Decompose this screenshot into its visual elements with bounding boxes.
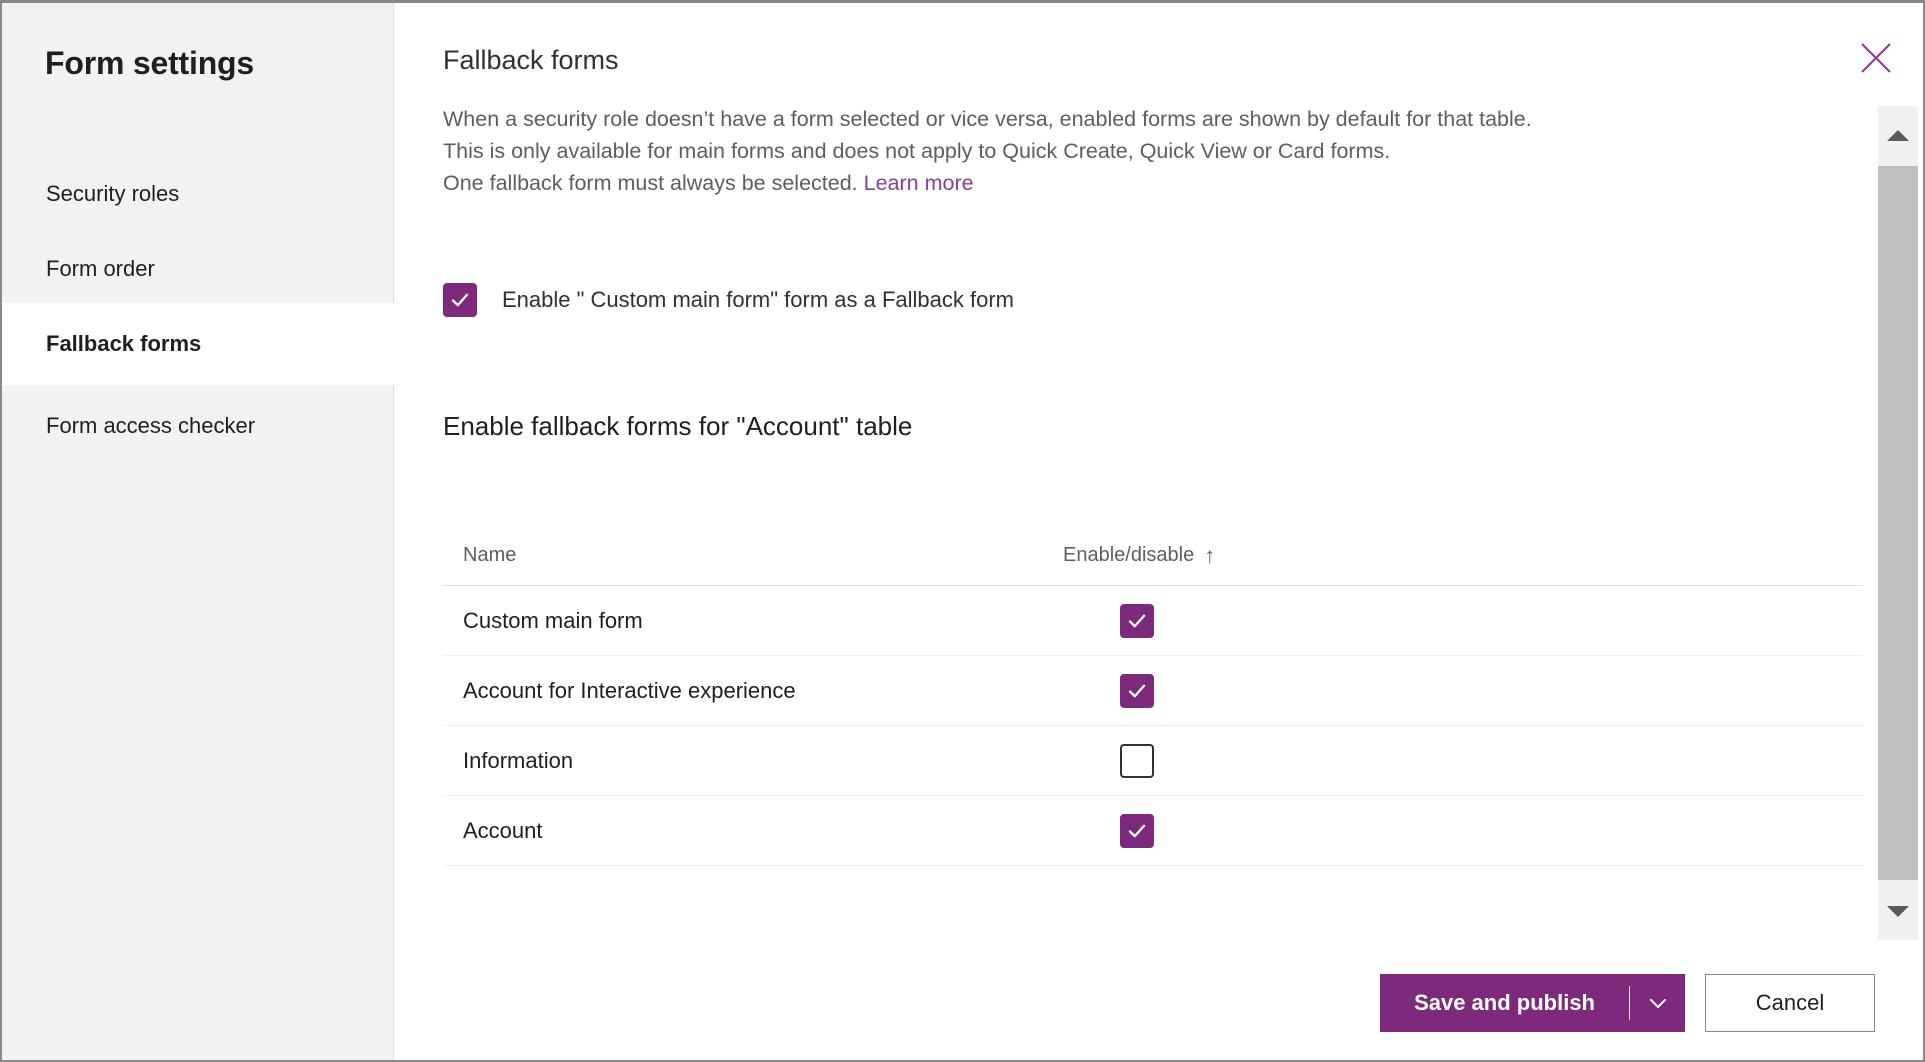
- row-enable-checkbox[interactable]: [1120, 744, 1154, 778]
- master-enable-row: Enable " Custom main form" form as a Fal…: [443, 283, 1014, 317]
- checkmark-icon: [1126, 820, 1148, 842]
- sidebar-item-security-roles[interactable]: Security roles: [2, 153, 394, 235]
- scroll-up-button[interactable]: [1878, 106, 1918, 164]
- vertical-scrollbar[interactable]: [1878, 106, 1918, 940]
- sidebar-item-form-access-checker[interactable]: Form access checker: [2, 385, 394, 467]
- chevron-down-icon: [1646, 991, 1670, 1015]
- save-and-publish-split-button[interactable]: Save and publish: [1380, 974, 1685, 1032]
- sort-ascending-icon: ↑: [1204, 545, 1215, 567]
- sidebar-item-label: Security roles: [46, 181, 179, 207]
- sidebar-item-form-order[interactable]: Form order: [2, 228, 394, 310]
- sidebar-title: Form settings: [45, 45, 254, 82]
- column-header-name[interactable]: Name: [443, 544, 1063, 567]
- close-icon: [1859, 41, 1893, 75]
- row-enable-cell: [1063, 604, 1463, 638]
- row-name: Custom main form: [443, 608, 1063, 634]
- scrollbar-thumb[interactable]: [1878, 166, 1918, 880]
- sidebar-item-fallback-forms[interactable]: Fallback forms: [2, 303, 394, 385]
- description-line-3: One fallback form must always be selecte…: [443, 171, 858, 195]
- sidebar-item-label: Form order: [46, 256, 155, 282]
- checkmark-icon: [1126, 680, 1148, 702]
- description-line-2: This is only available for main forms an…: [443, 139, 1390, 163]
- cancel-button[interactable]: Cancel: [1705, 974, 1875, 1032]
- sidebar-item-label: Form access checker: [46, 413, 255, 439]
- row-name: Account for Interactive experience: [443, 678, 1063, 704]
- checkmark-icon: [449, 289, 471, 311]
- column-header-enable-disable-label: Enable/disable: [1063, 544, 1194, 567]
- row-enable-checkbox[interactable]: [1120, 674, 1154, 708]
- table-header-row: Name Enable/disable ↑: [443, 526, 1863, 586]
- page-title: Fallback forms: [443, 45, 619, 76]
- master-enable-checkbox[interactable]: [443, 283, 477, 317]
- sidebar: Form settings Security roles Form order …: [2, 3, 394, 1060]
- fallback-forms-table: Name Enable/disable ↑ Custom main form: [443, 526, 1863, 866]
- chevron-down-icon: [1887, 906, 1909, 917]
- section-heading: Enable fallback forms for "Account" tabl…: [443, 411, 912, 442]
- scroll-down-button[interactable]: [1878, 882, 1918, 940]
- column-header-enable-disable[interactable]: Enable/disable ↑: [1063, 544, 1463, 567]
- table-row[interactable]: Custom main form: [443, 586, 1863, 656]
- checkmark-icon: [1126, 610, 1148, 632]
- table-row[interactable]: Account for Interactive experience: [443, 656, 1863, 726]
- description-line-1: When a security role doesn’t have a form…: [443, 107, 1532, 131]
- dialog-footer: Save and publish Cancel: [395, 945, 1923, 1060]
- row-enable-cell: [1063, 674, 1463, 708]
- row-enable-cell: [1063, 744, 1463, 778]
- description-text: When a security role doesn’t have a form…: [443, 103, 1863, 199]
- row-enable-checkbox[interactable]: [1120, 814, 1154, 848]
- row-enable-cell: [1063, 814, 1463, 848]
- table-row[interactable]: Account: [443, 796, 1863, 866]
- table-row[interactable]: Information: [443, 726, 1863, 796]
- row-name: Information: [443, 748, 1063, 774]
- save-and-publish-button[interactable]: Save and publish: [1380, 974, 1629, 1032]
- chevron-up-icon: [1887, 130, 1909, 141]
- sidebar-item-label: Fallback forms: [46, 331, 201, 357]
- save-options-dropdown-button[interactable]: [1630, 974, 1685, 1032]
- main-content: Fallback forms When a security role does…: [395, 3, 1923, 1060]
- form-settings-dialog: Form settings Security roles Form order …: [0, 0, 1925, 1062]
- master-enable-label: Enable " Custom main form" form as a Fal…: [502, 287, 1014, 313]
- row-enable-checkbox[interactable]: [1120, 604, 1154, 638]
- learn-more-link[interactable]: Learn more: [864, 171, 974, 195]
- close-button[interactable]: [1851, 33, 1901, 83]
- split-button-divider: [1629, 986, 1630, 1020]
- row-name: Account: [443, 818, 1063, 844]
